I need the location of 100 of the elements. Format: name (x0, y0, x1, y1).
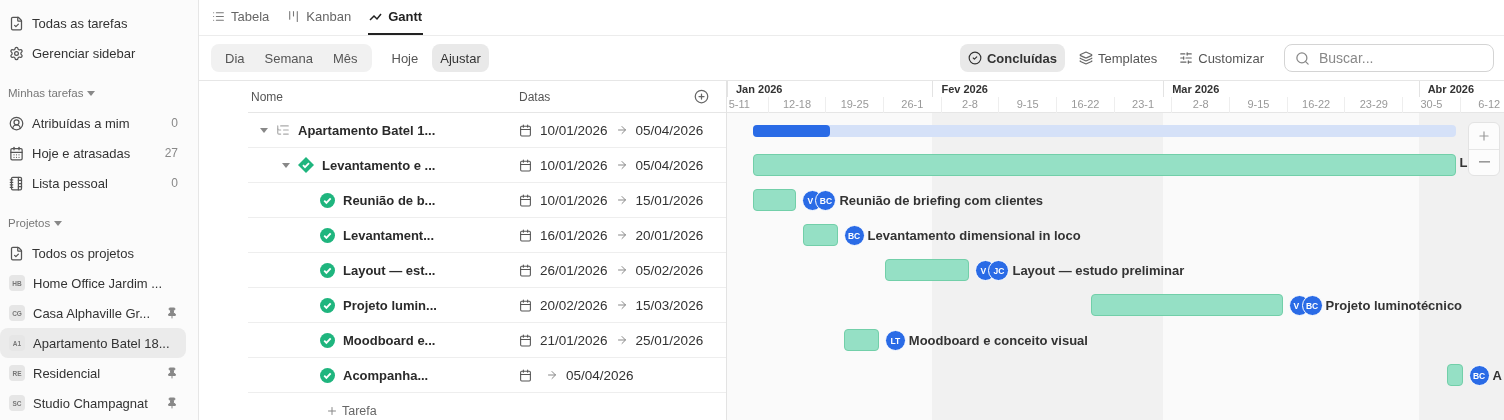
arrow-icon (615, 264, 628, 276)
month-label: Fev 2026 (932, 81, 988, 97)
scale-option[interactable]: Dia (215, 46, 255, 70)
end-date: 05/04/2026 (635, 122, 704, 138)
week-label: 5-11 (727, 97, 768, 113)
start-date: 21/01/2026 (540, 332, 608, 348)
start-date: 20/02/2026 (540, 297, 608, 313)
item-label: Casa Alphaville Gr... (33, 305, 152, 321)
add-column-icon[interactable] (694, 89, 709, 104)
caret-icon[interactable] (54, 219, 63, 227)
week-label: 30-5 (1402, 97, 1460, 113)
week-label: 2-8 (1171, 97, 1230, 113)
item-label: Hoje e atrasadas (32, 145, 132, 161)
check-circle-icon[interactable] (320, 262, 335, 278)
bar-label: Layout — estudo preliminar (1012, 263, 1185, 278)
end-date: 25/01/2026 (635, 332, 704, 348)
check-circle-icon[interactable] (320, 227, 335, 243)
sidebar-item[interactable]: Hoje e atrasadas 27 (0, 138, 186, 168)
caret-icon[interactable] (260, 126, 268, 134)
item-label: Home Office Jardim ... (33, 275, 164, 291)
week-label: 6-12 (1459, 97, 1504, 113)
list-tree-icon (276, 123, 290, 137)
calendar-icon[interactable] (519, 298, 532, 312)
search-field[interactable]: Buscar... (1284, 44, 1494, 72)
week-label: 19-25 (825, 97, 884, 113)
sidebar-item[interactable]: Atribuídas a mim 0 (0, 108, 186, 138)
plus-icon (326, 404, 338, 417)
item-count: 0 (171, 176, 178, 190)
kanban-icon (287, 10, 301, 23)
end-date: 15/03/2026 (635, 297, 704, 313)
calendar-icon (9, 145, 24, 161)
caret-icon[interactable] (282, 161, 290, 169)
task-name[interactable]: Apartamento Batel 1... (298, 122, 436, 138)
item-label: Apartamento Batel 18... (33, 335, 171, 351)
task-bar[interactable] (802, 224, 838, 246)
pin-icon[interactable] (166, 307, 178, 319)
avatar: BC (843, 225, 865, 246)
add-task-button[interactable]: Tarefa (326, 403, 377, 418)
view-tab[interactable]: Tabela (211, 0, 271, 35)
filter-button[interactable]: Templates (1071, 44, 1166, 72)
line-chart-icon (369, 11, 383, 22)
task-name[interactable]: Layout — est... (343, 262, 436, 278)
scale-option[interactable]: Mês (322, 46, 368, 70)
month-label: Abr 2026 (1418, 81, 1475, 97)
task-name[interactable]: Projeto lumin... (343, 297, 437, 313)
task-bar[interactable] (843, 329, 879, 351)
calendar-icon[interactable] (519, 123, 532, 137)
calendar-icon[interactable] (519, 333, 532, 347)
check-circle-icon (967, 51, 982, 65)
check-circle-icon[interactable] (320, 367, 335, 383)
item-count: 27 (164, 146, 178, 160)
filter-button[interactable]: Customizar (1171, 44, 1272, 72)
pin-icon[interactable] (166, 397, 178, 409)
plus-icon (1477, 128, 1491, 143)
calendar-icon[interactable] (519, 263, 532, 277)
task-name[interactable]: Levantamento e ... (322, 157, 436, 173)
bar-label: Moodboard e conceito visual (908, 333, 1088, 348)
item-count: 0 (171, 116, 178, 130)
sidebar-item[interactable]: Todas as tarefas (0, 8, 186, 38)
sidebar-item[interactable]: Lista pessoal 0 (0, 168, 186, 198)
week-label: 9-15 (998, 97, 1057, 113)
filter-button[interactable]: Concluídas (959, 44, 1065, 72)
sidebar-item[interactable]: Todos os projetos (0, 238, 186, 268)
bar-label: Projeto luminotécnico (1325, 298, 1463, 313)
item-label: Atribuídas a mim (32, 115, 131, 131)
caret-icon[interactable] (87, 89, 96, 97)
progress-track[interactable] (753, 125, 1456, 137)
week-label: 23-1 (1113, 97, 1172, 113)
calendar-icon[interactable] (519, 193, 532, 207)
task-name[interactable]: Levantament... (343, 227, 435, 243)
fit-button[interactable]: Ajustar (432, 44, 489, 72)
week-label: 23-29 (1344, 97, 1403, 113)
end-date: 15/01/2026 (635, 192, 704, 208)
sidebar-item[interactable]: Gerenciar sidebar (0, 38, 186, 68)
task-name[interactable]: Reunião de b... (343, 192, 436, 208)
pin-icon[interactable] (166, 367, 178, 379)
arrow-icon (615, 194, 628, 206)
calendar-icon[interactable] (519, 158, 532, 172)
check-circle-icon[interactable] (320, 192, 335, 208)
end-date: 05/02/2026 (635, 262, 704, 278)
check-circle-icon[interactable] (320, 332, 335, 348)
view-tab[interactable]: Kanban (286, 0, 353, 35)
check-circle-icon[interactable] (320, 297, 335, 313)
task-name[interactable]: Moodboard e... (343, 332, 436, 348)
item-label: Studio Champagnat (33, 395, 149, 411)
avatar: LT (884, 330, 906, 351)
calendar-icon[interactable] (519, 368, 532, 382)
start-date: 10/01/2026 (540, 192, 608, 208)
arrow-icon (615, 124, 628, 136)
task-bar[interactable] (753, 189, 797, 211)
end-date: 05/04/2026 (566, 367, 634, 383)
scale-option[interactable]: Semana (254, 46, 323, 70)
today-button[interactable]: Hoje (383, 44, 427, 72)
bar-label: A (1492, 368, 1502, 383)
end-date: 05/04/2026 (635, 157, 704, 173)
clipboard-check-icon (9, 15, 24, 31)
task-name[interactable]: Acompanha... (343, 367, 429, 383)
calendar-icon[interactable] (519, 228, 532, 242)
start-date: 16/01/2026 (540, 227, 608, 243)
view-tab[interactable]: Gantt (368, 0, 424, 35)
